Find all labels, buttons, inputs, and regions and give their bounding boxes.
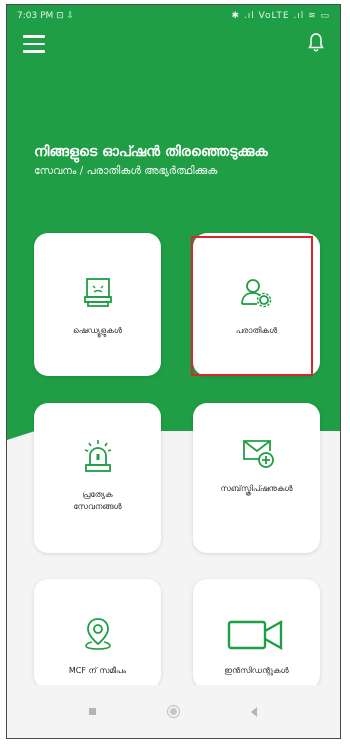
phone-screen: 7:03 PM ⊡ ⇩ ✱ .ıl VoLTE .ıl ≋ ▭ നിങ്ങളുട… (6, 4, 341, 739)
home-icon[interactable] (166, 704, 181, 719)
card-complaints[interactable]: പരാതികൾ (193, 233, 320, 376)
status-icons: ✱ .ıl VoLTE .ıl ≋ ▭ (231, 11, 330, 21)
card-schedules[interactable]: ഷെഡ്യൂളുകൾ (34, 233, 161, 376)
card-label: ഇൻസിഡന്റുകൾ (224, 666, 289, 675)
recent-apps-icon[interactable] (88, 707, 98, 717)
card-near-mcf[interactable]: MCF ന് സമീപം (34, 579, 161, 689)
card-label: ഷെഡ്യൂളുകൾ (73, 326, 122, 335)
mail-plus-icon (243, 440, 274, 468)
card-special-services[interactable]: പ്രത്യേക സേവനങ്ങൾ (34, 403, 161, 553)
page-title: നിങ്ങളുടെ ഓപ്ഷൻ തിരഞ്ഞെടുക്കുക (34, 144, 268, 160)
hamburger-menu-icon[interactable] (23, 35, 45, 53)
status-bar: 7:03 PM ⊡ ⇩ ✱ .ıl VoLTE .ıl ≋ ▭ (7, 5, 340, 27)
status-time: 7:03 PM ⊡ ⇩ (17, 11, 75, 21)
notification-bell-icon[interactable] (308, 33, 324, 53)
page-subtitle: സേവനം / പരാതികൾ അഭ്യർത്ഥിക്കുക (34, 165, 218, 177)
schedule-box-icon (84, 278, 112, 307)
card-label: പരാതികൾ (235, 326, 278, 335)
user-settings-icon (241, 279, 272, 308)
card-subscriptions[interactable]: സബ്‌സ്ക്രിപ്ഷനുകൾ (193, 403, 320, 553)
system-nav-bar (7, 685, 340, 738)
page-heading: നിങ്ങളുടെ ഓപ്ഷൻ തിരഞ്ഞെടുക്കുക സേവനം / പ… (34, 143, 324, 179)
card-label: MCF ന് സമീപം (68, 666, 127, 675)
card-label: പ്രത്യേക സേവനങ്ങൾ (73, 490, 122, 511)
card-label: സബ്‌സ്ക്രിപ്ഷനുകൾ (220, 484, 293, 493)
video-camera-icon (227, 619, 283, 651)
card-incidents[interactable]: ഇൻസിഡന്റുകൾ (193, 579, 320, 689)
back-icon[interactable] (249, 706, 259, 718)
location-pin-icon (85, 618, 111, 650)
alarm-light-icon (84, 440, 112, 472)
